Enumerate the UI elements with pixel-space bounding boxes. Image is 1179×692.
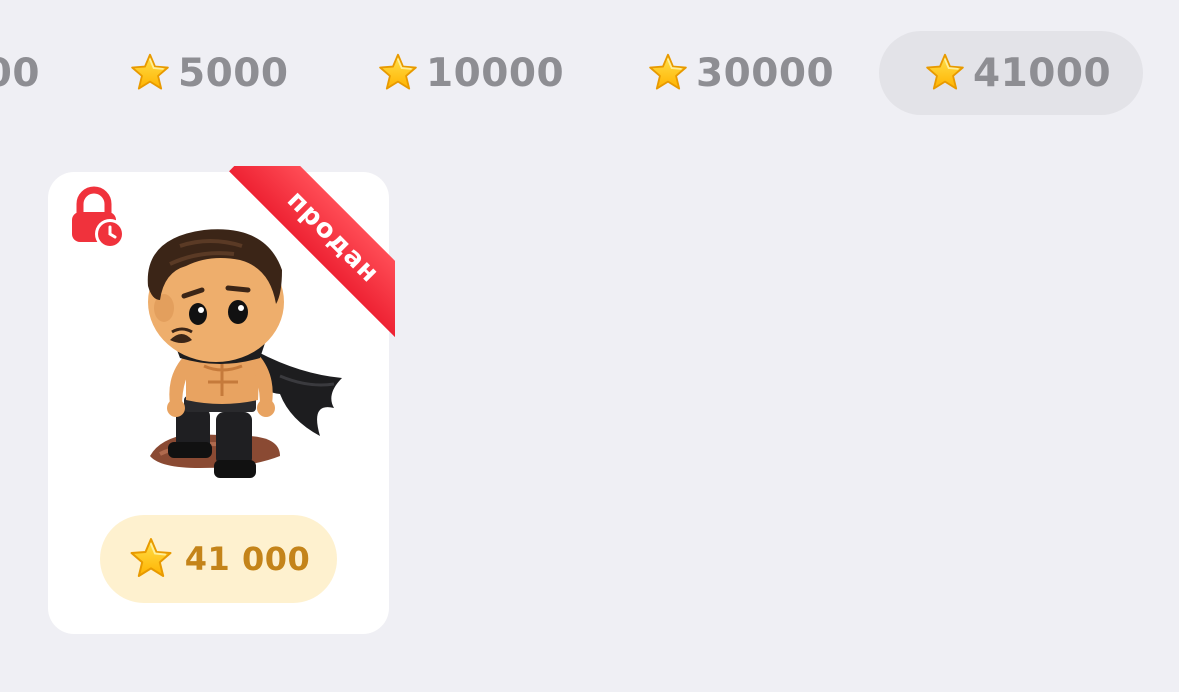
- star-icon: [127, 535, 175, 583]
- filter-chip-label: 5000: [178, 50, 289, 96]
- filter-chip-10000[interactable]: 10000: [376, 31, 564, 115]
- star-icon: [923, 51, 967, 95]
- locked-timer-icon: [72, 186, 125, 249]
- star-icon: [376, 51, 420, 95]
- filter-chip-label: 00: [0, 50, 40, 96]
- price-button[interactable]: 41 000: [100, 515, 337, 603]
- filter-chip-label: 30000: [696, 50, 835, 96]
- filter-chip-label: 10000: [426, 50, 565, 96]
- star-icon: [128, 51, 172, 95]
- star-icon: [646, 51, 690, 95]
- filter-chip-41000-selected[interactable]: 41000: [879, 31, 1143, 115]
- caped-man-sticker-image: [147, 229, 342, 478]
- price-label: 41 000: [184, 540, 311, 578]
- filter-chip-5000[interactable]: 5000: [128, 31, 289, 115]
- filter-chip-label: 41000: [973, 50, 1112, 96]
- filter-chip-30000[interactable]: 30000: [646, 31, 834, 115]
- price-filter-bar: 00 5000 10000 30000 41000: [0, 0, 1179, 140]
- filter-chip-partial[interactable]: 00: [0, 31, 40, 115]
- gift-card[interactable]: продан 41 000: [48, 166, 395, 634]
